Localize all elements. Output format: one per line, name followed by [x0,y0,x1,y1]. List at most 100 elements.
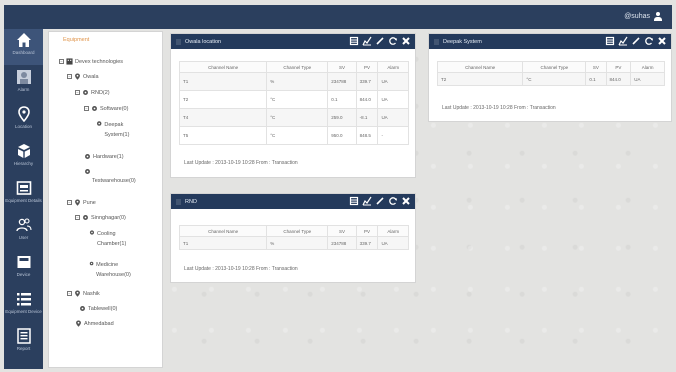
nav-device[interactable]: Device [4,251,43,287]
tree-node-label: Ahmedabad [84,320,114,327]
tree-node-hardware[interactable]: Hardware(1) [84,153,124,160]
table-cell: % [266,72,329,91]
table-cell: °C [266,108,329,127]
gear-icon [89,261,94,266]
nav-label: Report [16,346,31,351]
column-header: Alarm [377,225,409,237]
refresh-icon[interactable] [388,196,398,206]
user-menu[interactable]: @suhas [624,12,662,21]
gear-icon [92,106,97,111]
tree-node-rnd[interactable]: − RND(2) [75,89,110,96]
collapse-toggle-icon[interactable]: − [67,200,72,205]
tree-node-label: Owala [83,73,99,80]
nav-location[interactable]: Location [4,103,43,139]
close-icon[interactable] [657,36,667,46]
nav-alarm[interactable]: Alarm [4,66,43,102]
location-pin-icon [75,73,80,80]
table-row: T5 °C 950.0 848.5 - [178,126,409,145]
table-view-icon[interactable] [605,36,615,46]
report-icon [16,328,32,344]
table-cell: T2 [436,72,524,86]
table-row: T4 °C 259.0 -8.1 UA [178,108,409,127]
tree-node-label: Hardware(1) [93,153,124,160]
table-cell: UA [377,236,409,250]
refresh-icon[interactable] [644,36,654,46]
table-row: T1 % 234788 339.7 UA [178,236,409,250]
table-cell: 844.0 [605,72,632,86]
collapse-toggle-icon[interactable]: − [67,291,72,296]
chart-view-icon[interactable] [362,196,372,206]
tree-node-software[interactable]: − Software(0) [84,105,128,112]
table-cell: 950.0 [327,126,357,145]
last-update-text: Last Update : 2013-10-19 10:28 From : Tr… [184,160,298,166]
channel-table: Channel Name Channel Type SV PV Alarm T1… [178,225,409,250]
table-cell: -8.1 [355,108,379,127]
widget-header[interactable]: Owala location [171,34,415,49]
table-cell: T5 [178,126,268,145]
collapse-toggle-icon[interactable]: − [84,106,89,111]
widget-header[interactable]: RND [171,194,415,209]
drag-handle-icon[interactable] [434,38,439,45]
widget-title: Owala location [185,38,222,45]
collapse-toggle-icon[interactable]: − [75,90,80,95]
close-icon[interactable] [401,36,411,46]
tree-node-pune[interactable]: − Pune [67,199,96,206]
collapse-toggle-icon[interactable]: − [75,215,80,220]
home-icon [16,32,32,48]
widget-header[interactable]: Deepak System [429,34,671,49]
column-header: Channel Type [266,225,329,237]
tree-node-label: Devex technologies [75,58,124,65]
table-cell: T1 [178,72,268,91]
drag-handle-icon[interactable] [176,38,181,45]
nav-hierarchy[interactable]: Hierarchy [4,140,43,176]
tree-node-label: Pune [83,199,96,206]
table-cell: UA [377,90,409,109]
drag-handle-icon[interactable] [176,198,181,205]
nav-label: Equipment Details [5,198,42,203]
table-view-icon[interactable] [349,36,359,46]
nav-label: Device [16,272,31,277]
channel-table: Channel Name Channel Type SV PV Alarm T1… [178,61,409,145]
users-icon [15,217,32,233]
nav-dashboard[interactable]: Dashboard [4,29,43,65]
collapse-toggle-icon[interactable]: − [67,74,72,79]
tree-node-label: Deepak System(1) [104,122,130,138]
close-icon[interactable] [401,196,411,206]
nav-label: Alarm [17,87,30,92]
tree-node-deepak-system[interactable]: Deepak System(1) [96,120,146,140]
chart-view-icon[interactable] [618,36,628,46]
tree-node-testwarehouse[interactable]: Testwarehouse(0) [84,168,136,184]
nav-label: Hierarchy [13,161,34,166]
column-header: SV [585,61,607,73]
tree-node-nashik[interactable]: − Nashik [67,290,100,297]
edit-icon[interactable] [631,36,641,46]
tree-node-sinnghagar[interactable]: − Sinnghagar(0) [75,214,126,221]
table-view-icon[interactable] [349,196,359,206]
column-header: PV [355,225,379,237]
edit-icon[interactable] [375,36,385,46]
refresh-icon[interactable] [388,36,398,46]
nav-report[interactable]: Report [4,325,43,361]
edit-icon[interactable] [375,196,385,206]
tree-node-owala[interactable]: − Owala [67,73,99,80]
location-pin-icon [76,320,81,327]
collapse-toggle-icon[interactable]: − [59,59,64,64]
nav-label: Location [14,124,32,129]
tree-node-tablewell[interactable]: Tablewell(0) [79,305,117,312]
nav-equipment-details[interactable]: Equipment Details [4,177,43,213]
tree-node-devex[interactable]: − Devex technologies [59,58,123,65]
table-cell: 848.5 [355,126,379,145]
table-cell: °C [266,126,329,145]
username: @suhas [624,13,650,20]
alarm-icon [16,69,32,85]
tree-node-ahmedabad[interactable]: Ahmedabad [75,320,114,327]
column-header: Channel Name [178,225,268,237]
tree-node-cooling-chamber[interactable]: Cooling Chamber(1) [89,229,139,249]
nav-equipment-device[interactable]: Equipment Device [4,288,43,324]
equipment-tree-panel: Equipment − Devex technologies − Owala −… [48,31,163,368]
tree-node-medicine-warehouse[interactable]: Medicine Warehouse(0) [89,260,139,280]
gear-icon [96,121,102,126]
list-icon [16,291,32,307]
chart-view-icon[interactable] [362,36,372,46]
nav-user[interactable]: User [4,214,43,250]
